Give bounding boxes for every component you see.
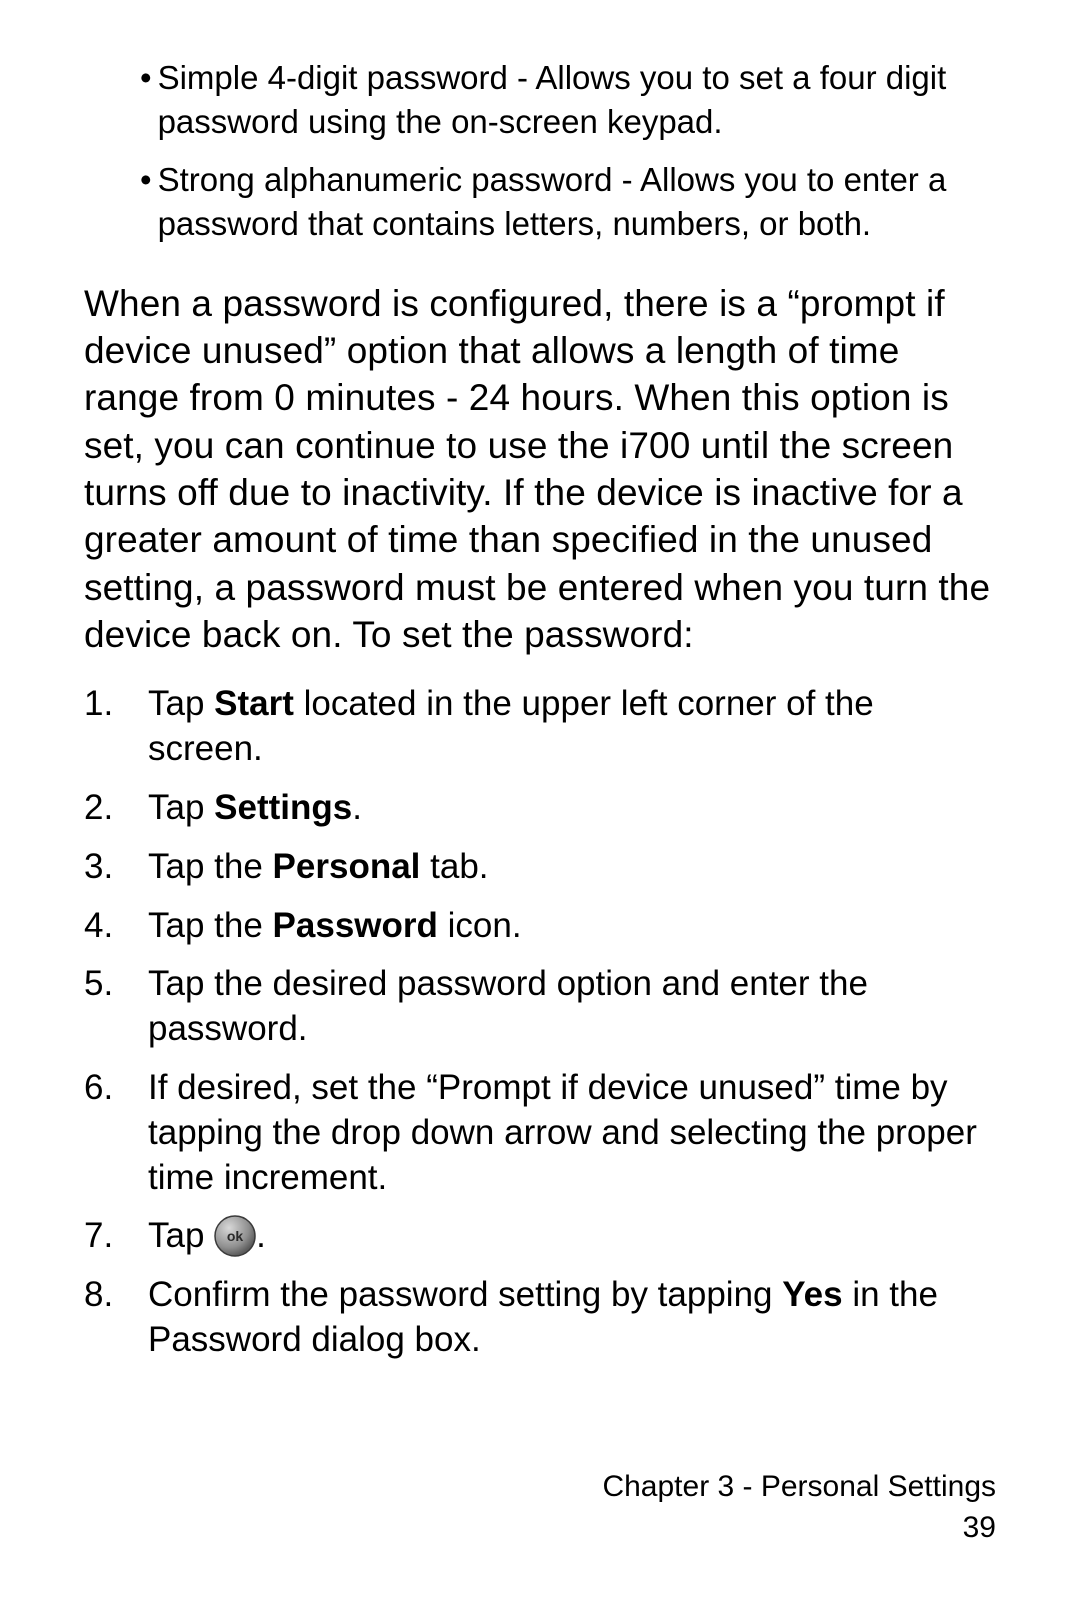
text-pre: Tap bbox=[148, 788, 214, 827]
step-number: 6. bbox=[84, 1066, 148, 1200]
list-item: 1. Tap Start located in the upper left c… bbox=[84, 682, 996, 772]
text-pre: Tap the bbox=[148, 847, 273, 886]
ok-label: ok bbox=[227, 1228, 244, 1244]
text-bold: Personal bbox=[273, 847, 421, 886]
step-text: Tap Settings. bbox=[148, 786, 996, 831]
step-text: Tap the Personal tab. bbox=[148, 845, 996, 890]
list-item: 5. Tap the desired password option and e… bbox=[84, 962, 996, 1052]
text-bold: Yes bbox=[782, 1275, 842, 1314]
text-bold: Start bbox=[214, 684, 294, 723]
page: • Simple 4-digit password - Allows you t… bbox=[0, 0, 1080, 1622]
list-item: 8. Confirm the password setting by tappi… bbox=[84, 1273, 996, 1363]
numbered-list: 1. Tap Start located in the upper left c… bbox=[84, 682, 996, 1362]
step-number: 8. bbox=[84, 1273, 148, 1363]
text-bold: Password bbox=[273, 906, 438, 945]
step-text: Tap ok . bbox=[148, 1214, 996, 1259]
list-item: • Simple 4-digit password - Allows you t… bbox=[140, 56, 976, 144]
list-item: 3. Tap the Personal tab. bbox=[84, 845, 996, 890]
text-post: tab. bbox=[420, 847, 488, 886]
page-number: 39 bbox=[602, 1508, 996, 1549]
text-post: . bbox=[352, 788, 362, 827]
step-number: 3. bbox=[84, 845, 148, 890]
list-item: 6. If desired, set the “Prompt if device… bbox=[84, 1066, 996, 1200]
text-post: . bbox=[256, 1216, 266, 1255]
list-item: 4. Tap the Password icon. bbox=[84, 904, 996, 949]
step-number: 4. bbox=[84, 904, 148, 949]
step-number: 1. bbox=[84, 682, 148, 772]
step-text: Tap the Password icon. bbox=[148, 904, 996, 949]
chapter-label: Chapter 3 - Personal Settings bbox=[602, 1467, 996, 1508]
list-item-text: Simple 4-digit password - Allows you to … bbox=[158, 56, 976, 144]
text-bold: Settings bbox=[214, 788, 352, 827]
bullet-icon: • bbox=[140, 56, 158, 144]
step-text: Confirm the password setting by tapping … bbox=[148, 1273, 996, 1363]
page-footer: Chapter 3 - Personal Settings 39 bbox=[602, 1467, 996, 1548]
step-number: 5. bbox=[84, 962, 148, 1052]
step-text: Tap Start located in the upper left corn… bbox=[148, 682, 996, 772]
ok-icon: ok bbox=[214, 1215, 256, 1257]
text-pre: Tap bbox=[148, 1216, 214, 1255]
list-item: 2. Tap Settings. bbox=[84, 786, 996, 831]
list-item: 7. Tap ok . bbox=[84, 1214, 996, 1259]
text-pre: Tap bbox=[148, 684, 214, 723]
step-number: 7. bbox=[84, 1214, 148, 1259]
list-item-text: Strong alphanumeric password - Allows yo… bbox=[158, 158, 976, 246]
bullet-list: • Simple 4-digit password - Allows you t… bbox=[140, 56, 976, 246]
step-text: Tap the desired password option and ente… bbox=[148, 962, 996, 1052]
text-pre: Confirm the password setting by tapping bbox=[148, 1275, 782, 1314]
step-number: 2. bbox=[84, 786, 148, 831]
list-item: • Strong alphanumeric password - Allows … bbox=[140, 158, 976, 246]
text-post: icon. bbox=[438, 906, 522, 945]
bullet-icon: • bbox=[140, 158, 158, 246]
step-text: If desired, set the “Prompt if device un… bbox=[148, 1066, 996, 1200]
text-pre: Tap the bbox=[148, 906, 273, 945]
body-paragraph: When a password is configured, there is … bbox=[84, 280, 996, 659]
